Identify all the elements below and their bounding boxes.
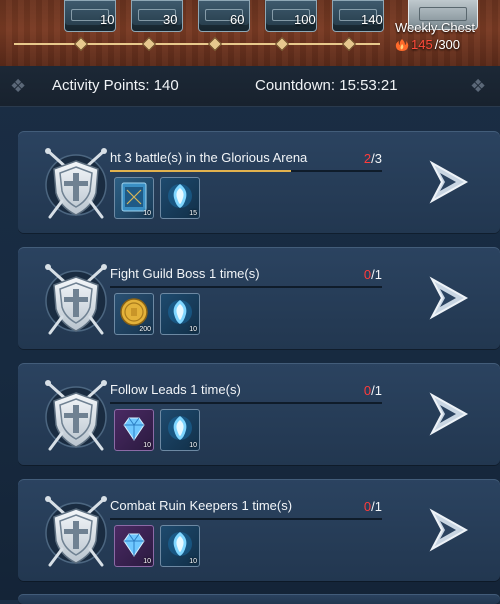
reward-qty: 200 bbox=[139, 326, 151, 333]
milestone-marker-1 bbox=[73, 36, 89, 52]
ornament-right-icon: ❖ bbox=[470, 76, 487, 96]
go-arrow-button[interactable] bbox=[424, 273, 474, 323]
weekly-progress-fill bbox=[14, 43, 380, 45]
go-arrow-button[interactable] bbox=[424, 157, 474, 207]
task-progress-total: /1 bbox=[371, 267, 382, 282]
task-progress-total: /3 bbox=[371, 151, 382, 166]
task-row: Combat Ruin Keepers 1 time(s) 0/1 10 10 bbox=[18, 479, 500, 581]
task-progress: 0/1 bbox=[364, 499, 382, 514]
reward-qty: 10 bbox=[143, 442, 151, 449]
reward-slot[interactable]: 15 bbox=[160, 177, 200, 219]
reward-qty: 10 bbox=[189, 442, 197, 449]
reward-slot[interactable]: 10 bbox=[114, 409, 154, 451]
reward-slot[interactable]: 10 bbox=[160, 525, 200, 567]
milestone-value-1: 10 bbox=[100, 12, 115, 27]
weekly-max: /300 bbox=[434, 37, 461, 52]
go-arrow-button[interactable] bbox=[424, 505, 474, 555]
milestone-value-4: 100 bbox=[294, 12, 316, 27]
milestone-marker-2 bbox=[141, 36, 157, 52]
shield-swords-icon bbox=[38, 491, 114, 571]
reward-slot[interactable]: 10 bbox=[160, 409, 200, 451]
task-title: Follow Leads 1 time(s) bbox=[110, 382, 241, 397]
activity-points: Activity Points: 140 bbox=[52, 77, 179, 94]
task-progress-total: /1 bbox=[371, 383, 382, 398]
reward-qty: 10 bbox=[143, 210, 151, 217]
activity-stats-bar: ❖ Activity Points: 140 Countdown: 15:53:… bbox=[0, 66, 500, 107]
task-progress-bar bbox=[110, 170, 382, 172]
reward-qty: 10 bbox=[143, 558, 151, 565]
weekly-chest-label: Weekly Chest bbox=[395, 20, 475, 35]
task-progress-bar bbox=[110, 286, 382, 288]
task-progress: 0/1 bbox=[364, 383, 382, 398]
reward-slot[interactable]: 10 bbox=[114, 525, 154, 567]
milestone-value-5: 140 bbox=[361, 12, 383, 27]
reward-slot[interactable]: 200 bbox=[114, 293, 154, 335]
milestone-marker-3 bbox=[207, 36, 223, 52]
countdown: Countdown: 15:53:21 bbox=[255, 77, 398, 94]
shield-swords-icon bbox=[38, 143, 114, 223]
reward-qty: 10 bbox=[189, 558, 197, 565]
shield-swords-icon bbox=[38, 259, 114, 339]
milestone-marker-5 bbox=[341, 36, 357, 52]
ornament-left-icon: ❖ bbox=[10, 76, 27, 96]
weekly-progress-track bbox=[14, 43, 380, 45]
milestone-value-2: 30 bbox=[163, 12, 178, 27]
reward-qty: 15 bbox=[189, 210, 197, 217]
task-row-partial bbox=[18, 594, 500, 604]
go-arrow-button[interactable] bbox=[424, 389, 474, 439]
reward-slot[interactable]: 10 bbox=[114, 177, 154, 219]
reward-qty: 10 bbox=[189, 326, 197, 333]
task-row: Follow Leads 1 time(s) 0/1 10 10 bbox=[18, 363, 500, 465]
task-row: Fight Guild Boss 1 time(s) 0/1 200 10 bbox=[18, 247, 500, 349]
task-progress: 2/3 bbox=[364, 151, 382, 166]
task-title: ht 3 battle(s) in the Glorious Arena bbox=[110, 150, 308, 165]
shield-swords-icon bbox=[38, 375, 114, 455]
milestone-value-3: 60 bbox=[230, 12, 245, 27]
task-progress: 0/1 bbox=[364, 267, 382, 282]
task-title: Combat Ruin Keepers 1 time(s) bbox=[110, 498, 293, 513]
reward-slot[interactable]: 10 bbox=[160, 293, 200, 335]
task-progress-bar bbox=[110, 518, 382, 520]
task-progress-bar bbox=[110, 402, 382, 404]
weekly-current: 145 bbox=[411, 37, 433, 52]
task-progress-fill bbox=[110, 170, 292, 172]
weekly-chest-count: 145/300 bbox=[395, 37, 460, 52]
task-row: ht 3 battle(s) in the Glorious Arena 2/3… bbox=[18, 131, 500, 233]
weekly-chest-header: 10 30 60 100 140 Weekly Chest 145/300 bbox=[0, 0, 500, 66]
task-progress-total: /1 bbox=[371, 499, 382, 514]
fire-icon bbox=[395, 38, 409, 52]
task-title: Fight Guild Boss 1 time(s) bbox=[110, 266, 260, 281]
milestone-marker-4 bbox=[274, 36, 290, 52]
